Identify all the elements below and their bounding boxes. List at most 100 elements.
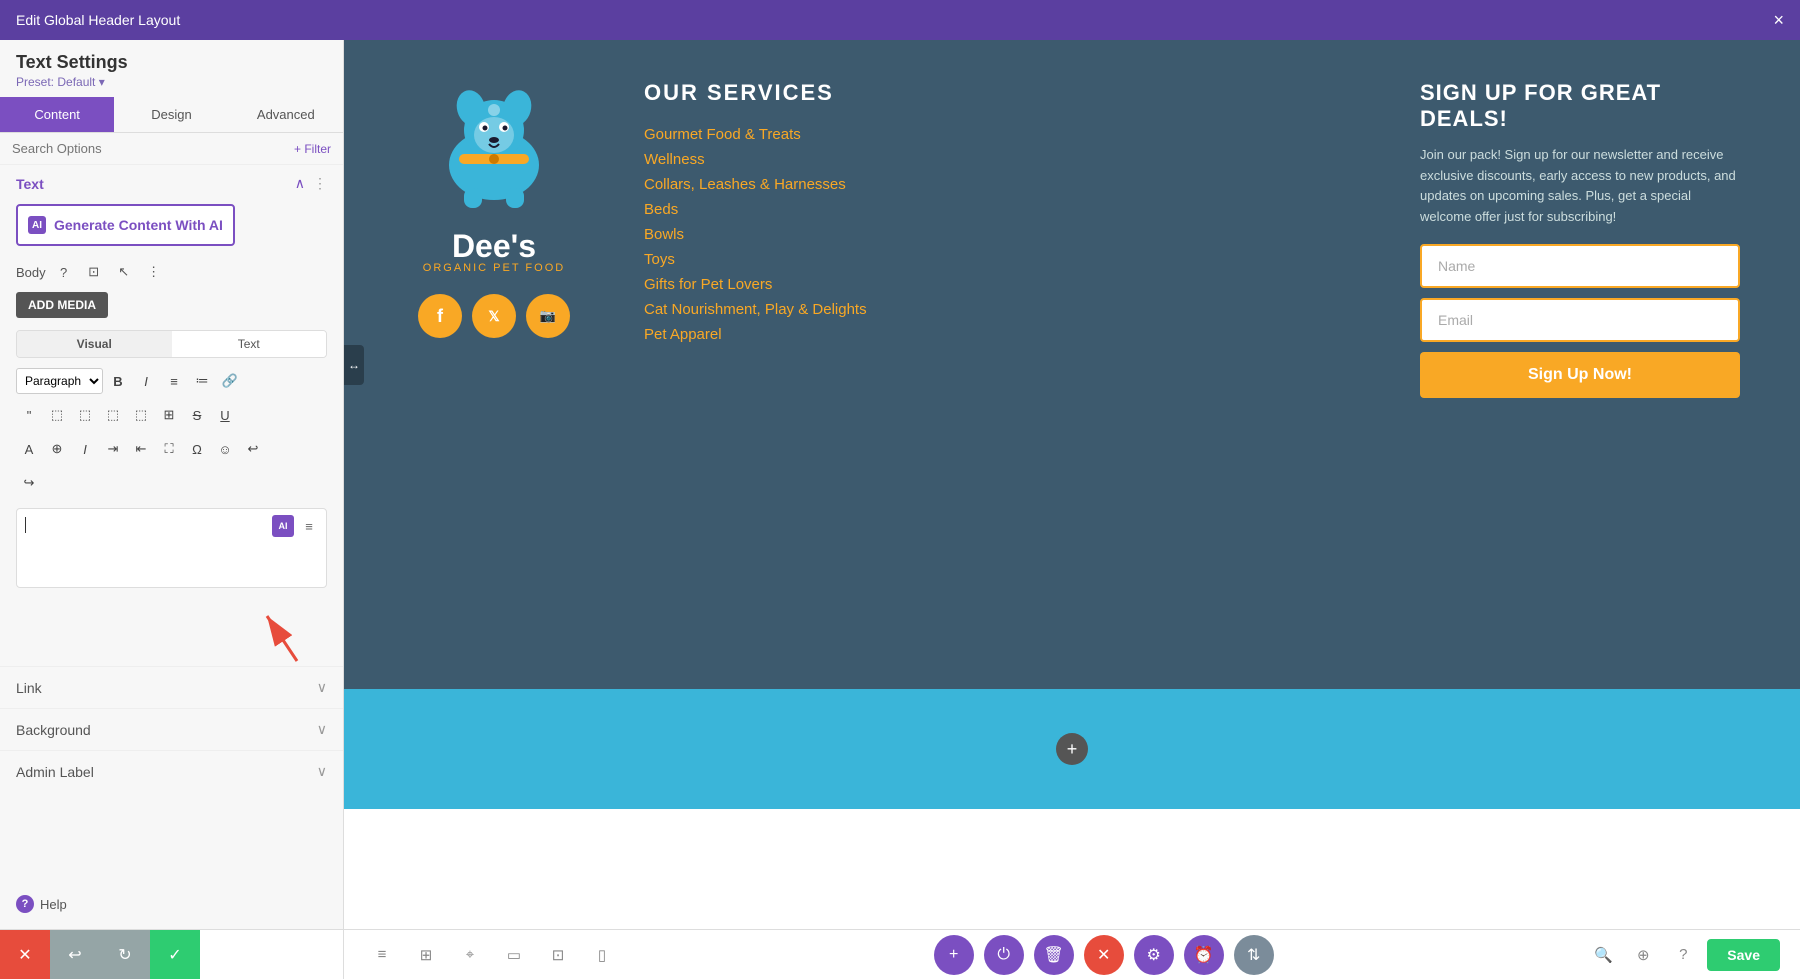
rbt-search-icon[interactable]: ⌖ [452, 937, 488, 973]
cancel-action-button[interactable]: ✕ [0, 930, 50, 979]
rbt-center: + ⏻ 🗑 ✕ ⚙ ⏰ ⇅ [934, 935, 1274, 975]
undo-fmt-button[interactable]: ↩ [240, 436, 266, 462]
panel-title: Text Settings [16, 52, 327, 73]
italic2-button[interactable]: I [72, 436, 98, 462]
reorder-button[interactable]: ⇅ [1234, 935, 1274, 975]
editor-stack-icon[interactable]: ≡ [298, 515, 320, 537]
save-button[interactable]: Save [1707, 939, 1780, 971]
align-right-button[interactable]: ⬚ [100, 402, 126, 428]
tab-design[interactable]: Design [114, 97, 228, 132]
name-input[interactable] [1420, 244, 1740, 288]
section-dots-icon[interactable]: ⋮ [313, 175, 327, 192]
align-left-button[interactable]: ⬚ [44, 402, 70, 428]
instagram-icon[interactable]: 📷 [526, 294, 570, 338]
paste-button[interactable]: ⊕ [44, 436, 70, 462]
align-justify-button[interactable]: ⬚ [128, 402, 154, 428]
bold-button[interactable]: B [105, 368, 131, 394]
emoji-button[interactable]: ☺ [212, 436, 238, 462]
red-arrow-svg [207, 596, 327, 666]
layers-icon[interactable]: ⊕ [1627, 939, 1659, 971]
help-icon-toolbar[interactable]: ? [52, 260, 76, 284]
align-center-button[interactable]: ⬚ [72, 402, 98, 428]
search-input[interactable] [12, 141, 286, 156]
list-item[interactable]: Gifts for Pet Lovers [644, 276, 1360, 293]
blockquote-button[interactable]: " [16, 402, 42, 428]
undo-action-button[interactable]: ↩ [50, 930, 100, 979]
close-button[interactable]: × [1773, 10, 1784, 31]
section-toggle-icon[interactable]: ∧ [295, 175, 305, 192]
link-section[interactable]: Link ∨ [0, 666, 343, 708]
text-mode-button[interactable]: Text [172, 331, 327, 357]
underline-button[interactable]: U [212, 402, 238, 428]
fullscreen-button[interactable]: ⛶ [156, 436, 182, 462]
close-row-button[interactable]: ✕ [1084, 935, 1124, 975]
list-item[interactable]: Collars, Leashes & Harnesses [644, 176, 1360, 193]
text-editor-area[interactable]: AI ≡ [16, 508, 327, 588]
ordered-list-button[interactable]: ≔ [189, 368, 215, 394]
add-row-button[interactable]: + [934, 935, 974, 975]
unordered-list-button[interactable]: ≡ [161, 368, 187, 394]
list-item[interactable]: Bowls [644, 226, 1360, 243]
list-item[interactable]: Beds [644, 201, 1360, 218]
add-section-button[interactable]: + [1056, 733, 1088, 765]
format-toolbar-row4: ↪ [0, 466, 343, 500]
rbt-mobile-icon[interactable]: ▯ [584, 937, 620, 973]
white-section [344, 809, 1800, 929]
rbt-left: ≡ ⊞ ⌖ ▭ ⊡ ▯ [364, 937, 620, 973]
collapse-handle[interactable]: ↔ [344, 345, 364, 385]
rbt-tablet-icon[interactable]: ⊡ [540, 937, 576, 973]
module-icon[interactable]: ⊡ [82, 260, 106, 284]
zoom-icon[interactable]: 🔍 [1587, 939, 1619, 971]
table-button[interactable]: ⊞ [156, 402, 182, 428]
redo-fmt-button[interactable]: ↪ [16, 470, 42, 496]
tabs-container: Content Design Advanced [0, 97, 343, 133]
panel-preset[interactable]: Preset: Default ▾ [16, 75, 327, 89]
background-section[interactable]: Background ∨ [0, 708, 343, 750]
list-item[interactable]: Wellness [644, 151, 1360, 168]
more-icon[interactable]: ⋮ [142, 260, 166, 284]
text-section: Text ∧ ⋮ AI Generate Content With AI Bod… [0, 165, 343, 666]
help-right-icon[interactable]: ? [1667, 939, 1699, 971]
strikethrough-button[interactable]: S [184, 402, 210, 428]
italic-button[interactable]: I [133, 368, 159, 394]
tab-content[interactable]: Content [0, 97, 114, 132]
indent-button[interactable]: ⇥ [100, 436, 126, 462]
list-item[interactable]: Gourmet Food & Treats [644, 126, 1360, 143]
rbt-right: 🔍 ⊕ ? Save [1587, 939, 1780, 971]
services-list: Gourmet Food & Treats Wellness Collars, … [644, 126, 1360, 343]
admin-label-section[interactable]: Admin Label ∨ [0, 750, 343, 792]
cursor-icon[interactable]: ↖ [112, 260, 136, 284]
twitter-icon[interactable]: 𝕏 [472, 294, 516, 338]
special-char-button[interactable]: Ω [184, 436, 210, 462]
link-button[interactable]: 🔗 [217, 368, 243, 394]
rbt-desktop-icon[interactable]: ▭ [496, 937, 532, 973]
facebook-icon[interactable]: f [418, 294, 462, 338]
signup-button[interactable]: Sign Up Now! [1420, 352, 1740, 398]
background-toggle-icon: ∨ [317, 721, 327, 738]
delete-button[interactable]: 🗑 [1034, 935, 1074, 975]
generate-ai-button[interactable]: AI Generate Content With AI [16, 204, 235, 246]
list-item[interactable]: Toys [644, 251, 1360, 268]
paragraph-select[interactable]: Paragraph [16, 368, 103, 394]
tab-advanced[interactable]: Advanced [229, 97, 343, 132]
text-section-header[interactable]: Text ∧ ⋮ [0, 165, 343, 198]
mode-toggle: Visual Text [16, 330, 327, 358]
editor-ai-icon[interactable]: AI [272, 515, 294, 537]
confirm-action-button[interactable]: ✓ [150, 930, 200, 979]
filter-button[interactable]: + Filter [294, 142, 331, 156]
add-media-button[interactable]: ADD MEDIA [16, 292, 108, 318]
email-input[interactable] [1420, 298, 1740, 342]
rbt-grid-icon[interactable]: ⊞ [408, 937, 444, 973]
outdent-button[interactable]: ⇤ [128, 436, 154, 462]
redo-action-button[interactable]: ↻ [100, 930, 150, 979]
settings-button[interactable]: ⚙ [1134, 935, 1174, 975]
list-item[interactable]: Pet Apparel [644, 326, 1360, 343]
brand-name-block: Dee's ORGANIC PET FOOD [423, 230, 565, 274]
text-color-button[interactable]: A [16, 436, 42, 462]
power-button[interactable]: ⏻ [984, 935, 1024, 975]
list-item[interactable]: Cat Nourishment, Play & Delights [644, 301, 1360, 318]
visual-mode-button[interactable]: Visual [17, 331, 172, 357]
help-icon[interactable]: ? [16, 895, 34, 913]
timer-button[interactable]: ⏰ [1184, 935, 1224, 975]
rbt-menu-icon[interactable]: ≡ [364, 937, 400, 973]
